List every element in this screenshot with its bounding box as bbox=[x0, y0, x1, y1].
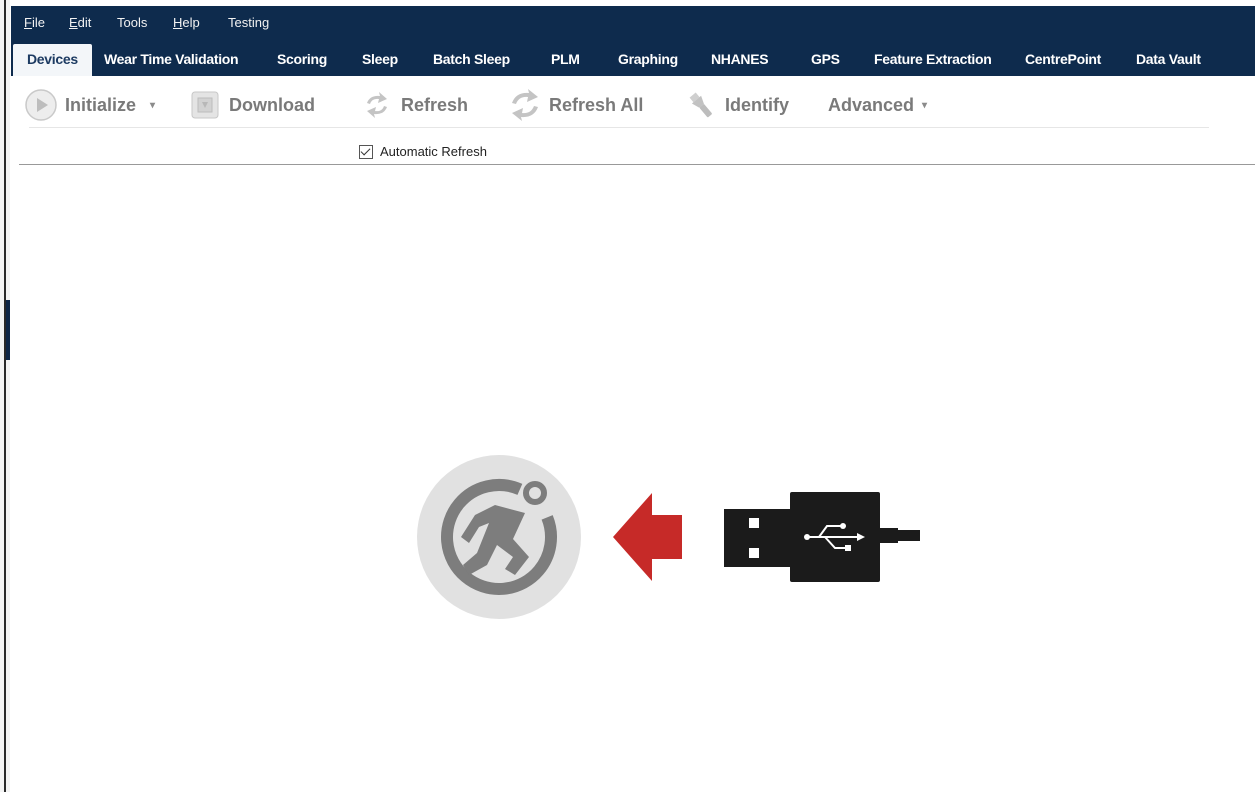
refresh-all-button[interactable]: Refresh All bbox=[507, 88, 643, 122]
edge-line bbox=[4, 0, 6, 792]
tab-bar: Devices Wear Time Validation Scoring Sle… bbox=[11, 40, 1255, 76]
toolbar-divider bbox=[29, 127, 1209, 128]
tab-devices[interactable]: Devices bbox=[13, 44, 92, 76]
connect-device-illustration bbox=[417, 455, 920, 619]
chevron-down-icon[interactable]: ▾ bbox=[150, 100, 155, 111]
arrow-left-icon bbox=[613, 493, 682, 581]
tab-gps[interactable]: GPS bbox=[811, 44, 840, 76]
edge-accent bbox=[6, 300, 10, 360]
download-button[interactable]: Download bbox=[187, 88, 315, 122]
usb-plug-icon bbox=[724, 492, 920, 582]
menu-bar: File Edit Tools Help Testing bbox=[11, 6, 1255, 40]
play-icon bbox=[23, 87, 59, 123]
menu-file[interactable]: File bbox=[24, 15, 45, 31]
menu-help[interactable]: Help bbox=[173, 15, 200, 31]
refresh-all-label: Refresh All bbox=[549, 94, 644, 115]
identify-label: Identify bbox=[725, 94, 790, 115]
tab-wear-time-validation[interactable]: Wear Time Validation bbox=[104, 44, 239, 76]
toolbar: Initialize ▾ Download Refresh Refresh Al… bbox=[19, 78, 1255, 166]
chevron-down-icon: ▾ bbox=[922, 99, 928, 111]
automatic-refresh-checkbox[interactable]: Automatic Refresh bbox=[359, 144, 487, 159]
identify-button[interactable]: Identify bbox=[683, 88, 789, 122]
download-label: Download bbox=[229, 94, 315, 115]
menu-tools[interactable]: Tools bbox=[117, 15, 147, 31]
flashlight-icon bbox=[683, 87, 719, 123]
advanced-label: Advanced bbox=[828, 94, 915, 115]
tab-batch-sleep[interactable]: Batch Sleep bbox=[433, 44, 510, 76]
automatic-refresh-label: Automatic Refresh bbox=[380, 144, 487, 159]
download-icon bbox=[187, 87, 223, 123]
device-logo-icon bbox=[417, 455, 581, 619]
checkbox-checked-icon[interactable] bbox=[359, 144, 373, 159]
refresh-icon bbox=[359, 87, 395, 123]
tab-plm[interactable]: PLM bbox=[551, 44, 580, 76]
application-window: File Edit Tools Help Testing Devices Wea… bbox=[11, 6, 1255, 793]
refresh-label: Refresh bbox=[401, 94, 469, 115]
tab-data-vault[interactable]: Data Vault bbox=[1136, 44, 1201, 76]
tab-nhanes[interactable]: NHANES bbox=[711, 44, 769, 76]
devices-panel bbox=[19, 164, 1255, 793]
menu-testing[interactable]: Testing bbox=[228, 15, 269, 31]
refresh-all-icon bbox=[507, 87, 543, 123]
menu-edit[interactable]: Edit bbox=[69, 15, 91, 31]
tab-feature-extraction[interactable]: Feature Extraction bbox=[874, 44, 992, 76]
initialize-button[interactable]: Initialize ▾ bbox=[23, 88, 155, 122]
initialize-label: Initialize bbox=[65, 94, 137, 115]
tab-sleep[interactable]: Sleep bbox=[362, 44, 398, 76]
advanced-button[interactable]: Advanced ▾ bbox=[828, 88, 927, 122]
refresh-button[interactable]: Refresh bbox=[359, 88, 468, 122]
tab-graphing[interactable]: Graphing bbox=[618, 44, 678, 76]
window-left-edge bbox=[0, 0, 10, 792]
tab-scoring[interactable]: Scoring bbox=[277, 44, 327, 76]
tab-centrepoint[interactable]: CentrePoint bbox=[1025, 44, 1101, 76]
